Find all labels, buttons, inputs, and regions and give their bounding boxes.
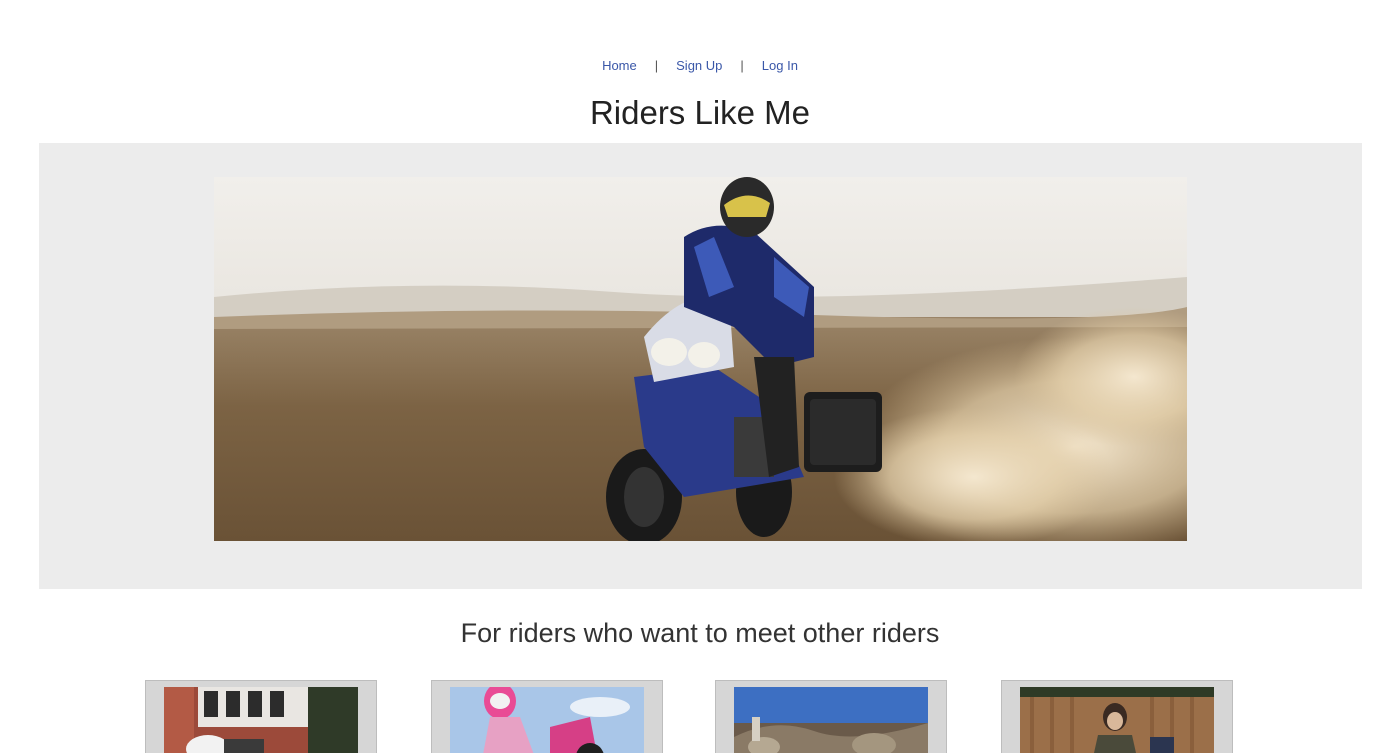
thumbnail-card[interactable] [715,680,947,753]
rocky-landscape-photo [734,687,928,753]
tagline: For riders who want to meet other riders [460,618,940,648]
nav-signup-link[interactable]: Sign Up [658,58,740,73]
rider-thumbnails [0,680,1400,753]
thumbnail-card[interactable] [1001,680,1233,753]
thumbnail-card[interactable] [431,680,663,753]
page-title: Riders Like Me [589,94,811,131]
thumbnail-card[interactable] [145,680,377,753]
rider-fence-photo [1020,687,1214,753]
nav-home-link[interactable]: Home [584,58,655,73]
pink-rider-photo [450,687,644,753]
hero-image [214,177,1187,541]
page: Home | Sign Up | Log In Riders Like Me F… [0,0,1400,753]
nav-login-link[interactable]: Log In [744,58,816,73]
top-nav: Home | Sign Up | Log In [0,58,1400,73]
rider-house-photo [164,687,358,753]
motorcycle-rider-illustration [214,177,1187,541]
hero-banner [39,143,1362,589]
